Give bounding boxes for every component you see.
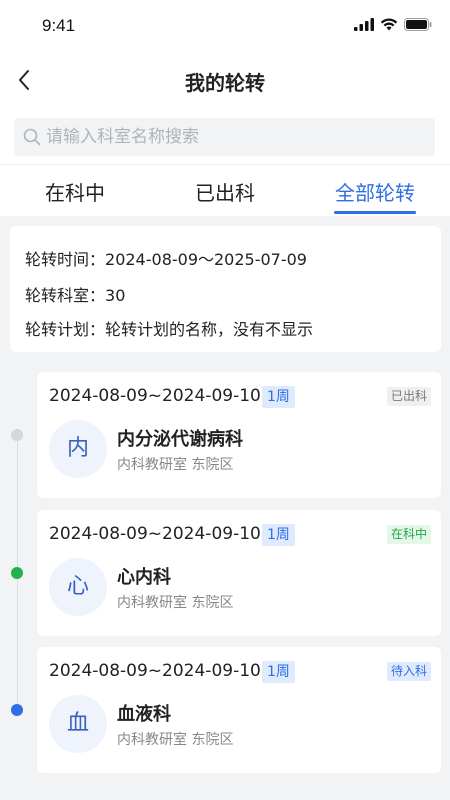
status-badge: 已出科 [386, 387, 431, 406]
department-avatar: 心 [49, 558, 107, 616]
rotation-time-value: 2024-08-09～2025-07-09 [105, 250, 307, 269]
status-bar: 9:41 [0, 0, 450, 54]
tab-bar: 在科中 已出科 全部轮转 [0, 164, 450, 216]
status-icons [354, 18, 432, 31]
active-tab-indicator [334, 211, 416, 214]
rotation-card[interactable]: 2024-08-09~2024-09-10 1周 在科中 心 心内科 内科教研室… [37, 510, 441, 636]
duration-badge: 1周 [262, 524, 295, 546]
rotation-card[interactable]: 2024-08-09~2024-09-10 1周 待入科 血 血液科 内科教研室… [37, 647, 441, 773]
department-subtitle: 内科教研室 东院区 [117, 732, 234, 748]
department-avatar: 血 [49, 695, 107, 753]
timeline-dot-done [11, 429, 23, 441]
rotation-plan-row: 轮转计划：轮转计划的名称，没有不显示 [25, 316, 313, 340]
rotation-time-row: 轮转时间：2024-08-09～2025-07-09 [25, 246, 307, 270]
rotation-date: 2024-08-09~2024-09-10 [49, 386, 261, 406]
wifi-icon [380, 18, 398, 31]
status-time: 9:41 [42, 16, 76, 35]
timeline-dot-active [11, 567, 23, 579]
rotation-plan-label: 轮转计划： [25, 320, 106, 339]
rotation-time-label: 轮转时间： [25, 250, 106, 269]
search-input[interactable] [46, 118, 426, 156]
rotation-date: 2024-08-09~2024-09-10 [49, 524, 261, 544]
rotation-dept-value: 30 [105, 286, 126, 305]
page-title: 我的轮转 [185, 71, 265, 95]
duration-badge: 1周 [262, 386, 295, 408]
rotation-date: 2024-08-09~2024-09-10 [49, 661, 261, 681]
status-badge: 待入科 [386, 662, 431, 681]
department-subtitle: 内科教研室 东院区 [117, 457, 234, 473]
search-box[interactable] [14, 118, 435, 156]
department-name: 心内科 [117, 567, 171, 588]
rotation-dept-label: 轮转科室： [25, 286, 106, 305]
duration-badge: 1周 [262, 661, 295, 683]
rotation-plan-value: 轮转计划的名称，没有不显示 [105, 320, 314, 339]
tab-left-department[interactable]: 已出科 [165, 177, 285, 206]
rotation-dept-row: 轮转科室：30 [25, 282, 125, 306]
signal-icon [354, 18, 374, 31]
department-subtitle: 内科教研室 东院区 [117, 595, 234, 611]
search-icon [23, 128, 41, 146]
search-bar [0, 106, 450, 164]
tab-in-department[interactable]: 在科中 [15, 177, 135, 206]
rotation-card[interactable]: 2024-08-09~2024-09-10 1周 已出科 内 内分泌代谢病科 内… [37, 372, 441, 498]
timeline-dot-pending [11, 704, 23, 716]
rotation-info-card: 轮转时间：2024-08-09～2025-07-09 轮转科室：30 轮转计划：… [10, 226, 441, 352]
tab-all-rotations[interactable]: 全部轮转 [315, 177, 435, 206]
status-badge: 在科中 [386, 525, 431, 544]
department-name: 内分泌代谢病科 [117, 429, 243, 450]
department-name: 血液科 [117, 704, 171, 725]
nav-bar: 我的轮转 [0, 54, 450, 106]
department-avatar: 内 [49, 420, 107, 478]
battery-icon [404, 18, 432, 31]
